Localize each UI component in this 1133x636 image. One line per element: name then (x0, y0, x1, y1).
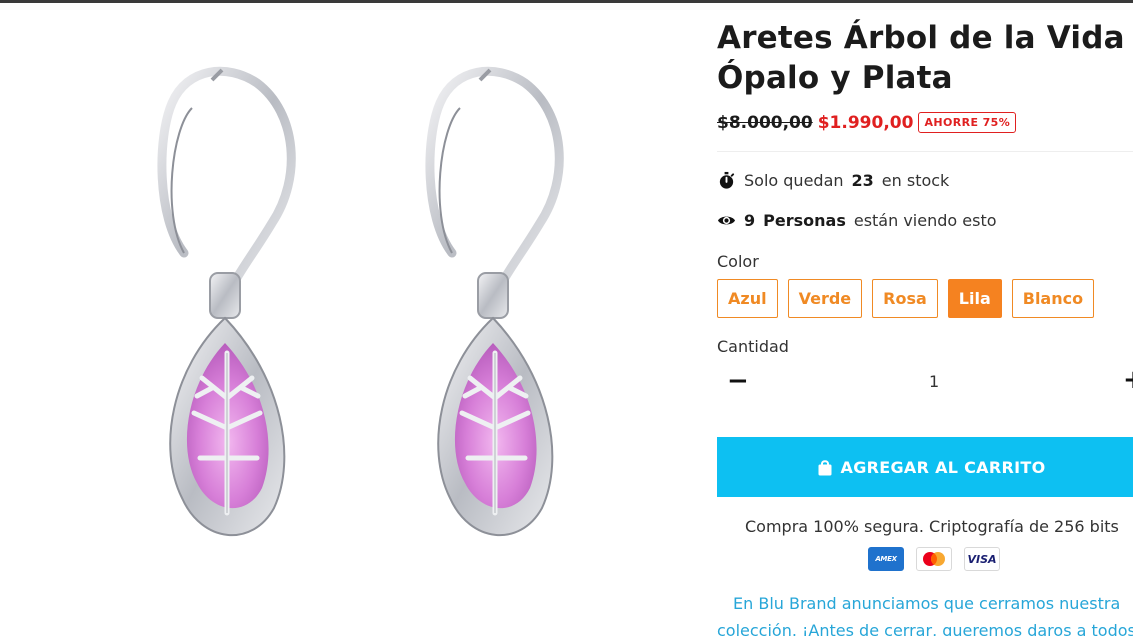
color-option-blanco[interactable]: Blanco (1011, 279, 1095, 318)
quantity-label: Cantidad (717, 337, 789, 356)
viewers-suffix: están viendo esto (853, 211, 997, 230)
color-option-rosa[interactable]: Rosa (872, 279, 938, 318)
quantity-stepper: − 1 + (717, 364, 1133, 400)
color-swatches: Azul Verde Rosa Lila Blanco (717, 279, 1133, 318)
stopwatch-icon (719, 171, 735, 189)
product-image-gallery[interactable] (62, 18, 682, 636)
product-info: Aretes Árbol de la Vida en Ópalo y Plata… (717, 18, 1133, 636)
save-badge: AHORRE 75% (918, 112, 1017, 133)
shopping-bag-icon (818, 459, 832, 475)
compare-at-price: $8.000,00 (717, 112, 813, 133)
viewers-count: 9 (744, 211, 756, 230)
stock-count: 23 (851, 171, 874, 190)
promo-message: En Blu Brand anunciamos que cerramos nue… (717, 590, 1133, 636)
quantity-decrease-button[interactable]: − (727, 368, 749, 394)
stock-prefix: Solo quedan (744, 171, 844, 190)
visa-icon: VISA (964, 547, 1000, 571)
eye-icon (717, 216, 736, 225)
promo-line1: En Blu Brand anunciamos que cerramos nue… (733, 594, 1121, 613)
viewers-indicator: 9 Personas están viendo esto (717, 211, 1133, 230)
add-to-cart-label: AGREGAR AL CARRITO (840, 457, 1046, 477)
color-option-azul[interactable]: Azul (717, 279, 778, 318)
add-to-cart-button[interactable]: AGREGAR AL CARRITO (717, 437, 1133, 497)
stock-indicator: Solo quedan 23 en stock (717, 171, 1133, 190)
product-title: Aretes Árbol de la Vida en Ópalo y Plata (717, 18, 1133, 98)
payment-methods: AMEX VISA (868, 547, 1000, 571)
color-option-verde[interactable]: Verde (787, 279, 863, 318)
product-title-line2: Ópalo y Plata (717, 60, 953, 96)
product-title-line1: Aretes Árbol de la Vida en (717, 20, 1133, 56)
quantity-input[interactable]: 1 (929, 372, 939, 391)
amex-icon: AMEX (868, 547, 904, 571)
secure-purchase-text: Compra 100% segura. Criptografía de 256 … (745, 517, 1119, 536)
product-image (62, 18, 682, 636)
top-bar (0, 0, 1133, 3)
sale-price: $1.990,00 (817, 112, 914, 133)
quantity-increase-button[interactable]: + (1123, 367, 1133, 393)
viewers-people: Personas (763, 211, 846, 230)
divider (717, 151, 1133, 152)
promo-line2: colección. ¡Antes de cerrar, queremos da… (717, 621, 1133, 636)
stock-suffix: en stock (881, 171, 950, 190)
color-option-lila[interactable]: Lila (947, 279, 1002, 318)
price-row: $8.000,00 $1.990,00 AHORRE 75% (717, 112, 1133, 133)
color-label: Color (717, 252, 759, 271)
mastercard-icon (916, 547, 952, 571)
